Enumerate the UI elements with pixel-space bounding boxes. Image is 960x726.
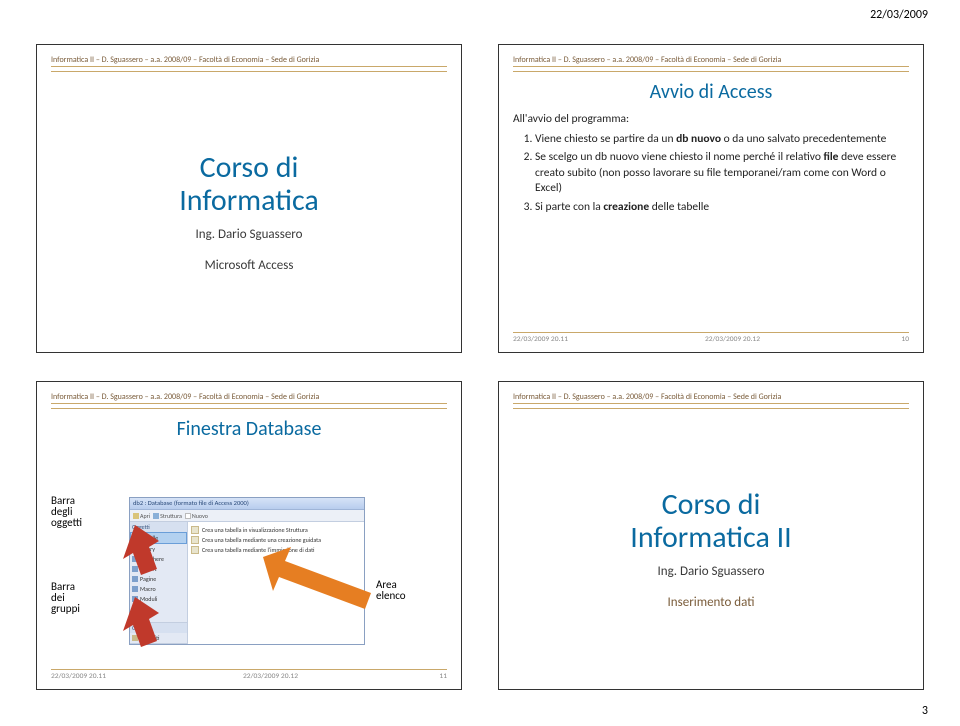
slide-1: Informatica II – D. Sguassero – a.a. 200…: [36, 44, 462, 353]
title-block: Corso di Informatica Ing. Dario Sguasser…: [51, 80, 447, 344]
title-block: Corso di Informatica II Ing. Dario Sguas…: [513, 417, 909, 681]
slide-subject: Microsoft Access: [205, 258, 294, 273]
slide-body: All'avvio del programma: Viene chiesto s…: [513, 112, 909, 218]
divider: [51, 71, 447, 72]
callout-area-elenco: Area elenco: [376, 579, 406, 601]
db-sidebar: Oggetti Tabelle Query Maschere Report Pa…: [130, 522, 188, 644]
li-text: Si parte con la creazione delle tabelle: [535, 200, 709, 214]
list-item: Si parte con la creazione delle tabelle: [535, 200, 909, 216]
divider: [513, 408, 909, 409]
db-body-row: Crea una tabella mediante una creazione …: [191, 535, 361, 545]
slide-4: Informatica II – D. Sguassero – a.a. 200…: [498, 381, 924, 690]
slide-body: Barra degli oggetti Barra dei gruppi Are…: [51, 447, 447, 669]
slides-grid: Informatica II – D. Sguassero – a.a. 200…: [36, 44, 924, 690]
db-side-group-gruppi: Gruppi Preferiti: [130, 623, 187, 644]
page-number: 3: [922, 704, 928, 718]
intro-line: All'avvio del programma:: [513, 112, 909, 128]
slide-author: Ing. Dario Sguassero: [658, 564, 765, 579]
db-titlebar: db2 : Database (formato file di Access 2…: [130, 498, 364, 510]
tool-struttura: Struttura: [153, 512, 182, 520]
footer-time-1: 22/03/2009 20.11: [513, 335, 568, 344]
page-date: 22/03/2009: [870, 8, 928, 22]
db-body-row: Crea una tabella in visualizzazione Stru…: [191, 525, 361, 535]
db-body-row: Crea una tabella mediante l'immissione d…: [191, 545, 361, 555]
db-side-item: Moduli: [130, 594, 187, 604]
slide-header: Informatica II – D. Sguassero – a.a. 200…: [51, 392, 447, 404]
db-side-item: Preferiti: [130, 633, 187, 643]
db-side-item: Pagine: [130, 574, 187, 584]
slide-2: Informatica II – D. Sguassero – a.a. 200…: [498, 44, 924, 353]
slide-number: 11: [435, 672, 447, 681]
db-side-header: Oggetti: [130, 522, 187, 532]
footer-time-2: 22/03/2009 20.12: [705, 335, 760, 344]
slide-3: Informatica II – D. Sguassero – a.a. 200…: [36, 381, 462, 690]
slide-subject: Inserimento dati: [668, 595, 755, 610]
slide-header: Informatica II – D. Sguassero – a.a. 200…: [51, 55, 447, 67]
slide-title: Finestra Database: [51, 417, 447, 441]
callout-barra-oggetti: Barra degli oggetti: [51, 495, 82, 528]
footer-time-2: 22/03/2009 20.12: [243, 672, 298, 681]
list-item: Viene chiesto se partire da un db nuovo …: [535, 132, 909, 148]
db-side-group-oggetti: Oggetti Tabelle Query Maschere Report Pa…: [130, 522, 187, 623]
tool-nuovo: Nuovo: [185, 512, 208, 520]
slide-number: 10: [897, 335, 909, 344]
slide-title: Corso di Informatica II: [630, 488, 791, 554]
slide-footer: 22/03/2009 20.11 22/03/2009 20.12 10: [513, 332, 909, 344]
divider: [513, 71, 909, 72]
database-window: db2 : Database (formato file di Access 2…: [129, 497, 365, 645]
db-side-item: Query: [130, 544, 187, 554]
slide-header: Informatica II – D. Sguassero – a.a. 200…: [513, 55, 909, 67]
callout-barra-gruppi: Barra dei gruppi: [51, 581, 80, 614]
db-main: Oggetti Tabelle Query Maschere Report Pa…: [130, 522, 364, 644]
db-side-item: Tabelle: [130, 532, 187, 544]
li-text: Se scelgo un db nuovo viene chiesto il n…: [535, 150, 896, 195]
db-body: Crea una tabella in visualizzazione Stru…: [188, 522, 364, 644]
slide-footer: 22/03/2009 20.11 22/03/2009 20.12 11: [51, 669, 447, 681]
slide-author: Ing. Dario Sguassero: [196, 227, 303, 242]
db-side-header: Gruppi: [130, 623, 187, 633]
db-side-item: Macro: [130, 584, 187, 594]
numbered-list: Viene chiesto se partire da un db nuovo …: [513, 132, 909, 216]
db-side-item: Maschere: [130, 554, 187, 564]
divider: [51, 408, 447, 409]
list-item: Se scelgo un db nuovo viene chiesto il n…: [535, 150, 909, 197]
tool-apri: Apri: [133, 512, 150, 520]
db-side-item: Report: [130, 564, 187, 574]
db-toolbar: Apri Struttura Nuovo: [130, 510, 364, 522]
slide-header: Informatica II – D. Sguassero – a.a. 200…: [513, 392, 909, 404]
slide-title: Corso di Informatica: [179, 151, 319, 217]
footer-time-1: 22/03/2009 20.11: [51, 672, 106, 681]
slide-title: Avvio di Access: [513, 80, 909, 104]
